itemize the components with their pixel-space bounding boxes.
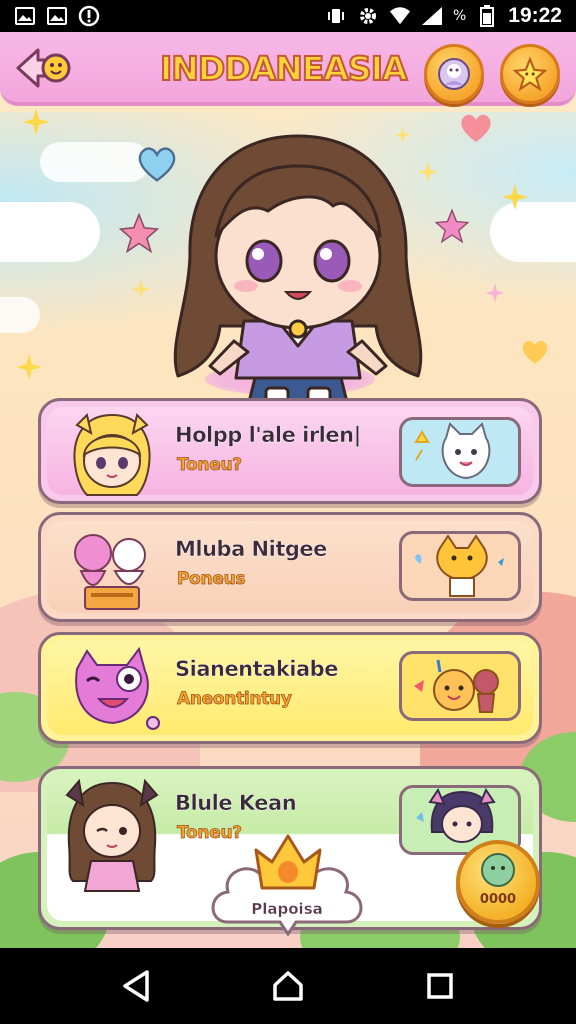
nav-recents-button[interactable] — [420, 966, 460, 1006]
clock: 19:22 — [508, 4, 562, 27]
signal-icon — [421, 6, 443, 26]
back-button[interactable] — [14, 46, 72, 90]
game-title: INDDANEASIA — [159, 48, 409, 89]
star-sparkle-icon — [501, 183, 529, 211]
recents-square-icon — [427, 973, 453, 999]
hero-character — [173, 134, 423, 416]
card-pet-badge[interactable] — [399, 531, 521, 601]
card-subtitle: Aneontintuy — [177, 689, 293, 710]
battery-icon — [476, 5, 498, 27]
coin-button-label: 0000 — [479, 892, 517, 907]
back-arrow-icon — [16, 48, 71, 88]
blonde-girl-icon — [73, 413, 151, 496]
nav-back-button[interactable] — [116, 966, 156, 1006]
white-cat-icon — [414, 422, 491, 480]
card-title: Mluba Nitgee — [175, 537, 328, 561]
card-title: Sianentakiabe — [175, 657, 339, 681]
play-button-label: Plapoisa — [251, 900, 323, 918]
battery-percent: % — [452, 8, 467, 24]
profile-icon — [438, 58, 470, 90]
vibrate-icon — [325, 6, 347, 26]
alert-icon — [78, 5, 100, 27]
coin-button[interactable]: 0000 — [456, 840, 540, 924]
character-card[interactable]: Holpp l'ale irlen| Toneu? — [38, 398, 542, 504]
profile-button[interactable] — [424, 44, 484, 104]
crown-icon — [254, 834, 322, 890]
orange-cat-icon — [415, 534, 504, 597]
pink-bunny-icon — [74, 534, 146, 610]
cloud — [40, 142, 150, 182]
heart-icon — [522, 340, 548, 364]
coin-icon — [481, 853, 515, 887]
status-bar: % 19:22 — [0, 0, 576, 32]
card-title: Holpp l'ale irlen| — [175, 423, 362, 447]
card-pet-badge[interactable] — [399, 651, 521, 721]
favorites-button[interactable] — [500, 44, 560, 104]
card-subtitle: Poneus — [177, 569, 246, 590]
star-icon — [513, 57, 547, 91]
brown-hair-girl-icon — [65, 778, 159, 892]
character-card[interactable]: Sianentakiabe Aneontintuy — [38, 632, 542, 744]
cloud — [0, 297, 40, 333]
star-sparkle-icon — [485, 283, 505, 303]
star-sparkle-icon — [15, 353, 43, 381]
orange-pet-icon — [414, 659, 499, 713]
card-subtitle: Toneu? — [177, 455, 243, 476]
image-icon — [46, 6, 68, 26]
game-screen: INDDANEASIA Holpp l'ale irlen| Toneu? Ml… — [0, 32, 576, 948]
system-nav-bar — [0, 948, 576, 1024]
heart-icon — [461, 114, 491, 142]
top-bar: INDDANEASIA — [0, 32, 576, 106]
cloud — [0, 202, 100, 262]
nav-home-button[interactable] — [268, 966, 308, 1006]
purple-blob-icon — [75, 646, 160, 730]
play-button[interactable]: Plapoisa — [208, 832, 366, 937]
back-triangle-icon — [123, 970, 149, 1002]
card-title: Blule Kean — [175, 791, 297, 815]
home-icon — [273, 971, 303, 1001]
character-card[interactable]: Mluba Nitgee Poneus — [38, 512, 542, 622]
card-pet-badge[interactable] — [399, 417, 521, 487]
image-icon — [14, 6, 36, 26]
wifi-icon — [389, 6, 411, 26]
settings-icon — [357, 6, 379, 26]
star-sparkle-icon — [22, 108, 50, 136]
